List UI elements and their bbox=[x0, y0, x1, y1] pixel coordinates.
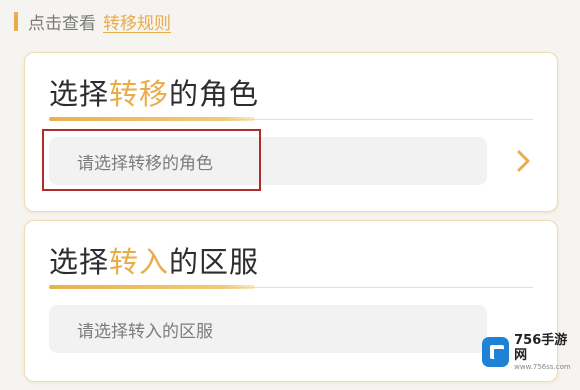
select-server-title: 选择转入的区服 bbox=[49, 239, 259, 281]
transfer-rules-link[interactable]: 转移规则 bbox=[103, 9, 171, 34]
rules-hint: 点击查看 bbox=[28, 13, 96, 34]
title-highlight: 转移 bbox=[109, 77, 170, 111]
title-underline bbox=[49, 285, 255, 289]
select-server-card: 选择转入的区服 请选择转入的区服 bbox=[24, 220, 558, 382]
watermark-site: www.756ss.com bbox=[514, 362, 571, 371]
title-suffix: 的区服 bbox=[169, 245, 260, 279]
server-select[interactable]: 请选择转入的区服 bbox=[49, 305, 487, 353]
server-select-placeholder: 请选择转入的区服 bbox=[77, 321, 213, 342]
site-watermark: 756手游网 www.756ss.com bbox=[482, 333, 574, 371]
chevron-right-icon[interactable] bbox=[511, 149, 535, 173]
title-suffix: 的角色 bbox=[169, 77, 260, 111]
title-highlight: 转入 bbox=[109, 245, 170, 279]
rules-bar: 点击查看 转移规则 bbox=[14, 9, 171, 34]
756-logo-icon bbox=[482, 337, 510, 367]
annotation-highlight-box bbox=[42, 129, 261, 191]
watermark-brand: 756手游网 bbox=[514, 332, 568, 363]
title-prefix: 选择 bbox=[49, 77, 110, 111]
title-prefix: 选择 bbox=[49, 245, 110, 279]
select-role-title: 选择转移的角色 bbox=[49, 71, 259, 113]
accent-bar bbox=[14, 11, 18, 31]
title-underline bbox=[49, 117, 255, 121]
